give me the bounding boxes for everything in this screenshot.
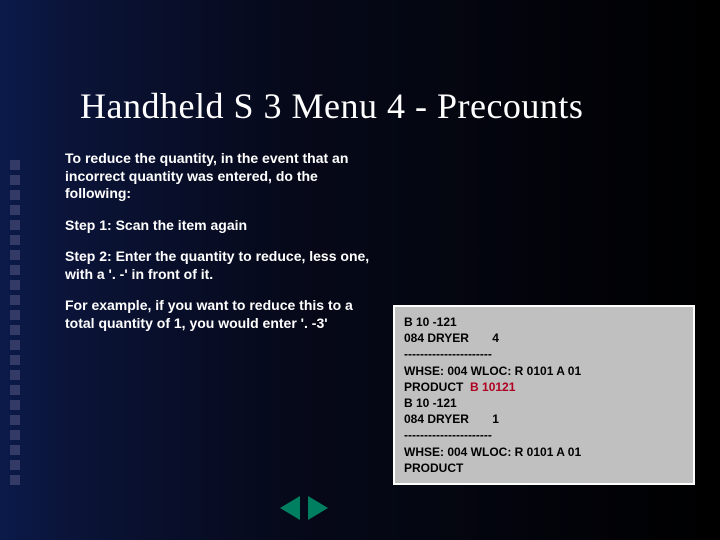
terminal-panel: B 10 -121 084 DRYER 4 ------------------… <box>393 305 695 485</box>
decorative-squares <box>10 160 20 485</box>
terminal-line: ---------------------- <box>404 427 684 443</box>
product-code-highlight: B 10121 <box>470 380 515 394</box>
nav-controls <box>280 496 328 520</box>
step-1: Step 1: Scan the item again <box>65 217 385 235</box>
terminal-line: ---------------------- <box>404 346 684 362</box>
terminal-line: B 10 -121 <box>404 395 684 411</box>
terminal-line: 084 DRYER 1 <box>404 411 684 427</box>
terminal-line: 084 DRYER 4 <box>404 330 684 346</box>
body-text: To reduce the quantity, in the event tha… <box>65 150 385 346</box>
next-button[interactable] <box>308 496 328 520</box>
prev-button[interactable] <box>280 496 300 520</box>
step-2: Step 2: Enter the quantity to reduce, le… <box>65 248 385 283</box>
example-paragraph: For example, if you want to reduce this … <box>65 297 385 332</box>
terminal-line: WHSE: 004 WLOC: R 0101 A 01 <box>404 363 684 379</box>
intro-paragraph: To reduce the quantity, in the event tha… <box>65 150 385 203</box>
terminal-line: PRODUCT B 10121 <box>404 379 684 395</box>
terminal-line: PRODUCT <box>404 460 684 476</box>
terminal-line: WHSE: 004 WLOC: R 0101 A 01 <box>404 444 684 460</box>
slide-title: Handheld S 3 Menu 4 - Precounts <box>80 85 583 127</box>
terminal-line: B 10 -121 <box>404 314 684 330</box>
